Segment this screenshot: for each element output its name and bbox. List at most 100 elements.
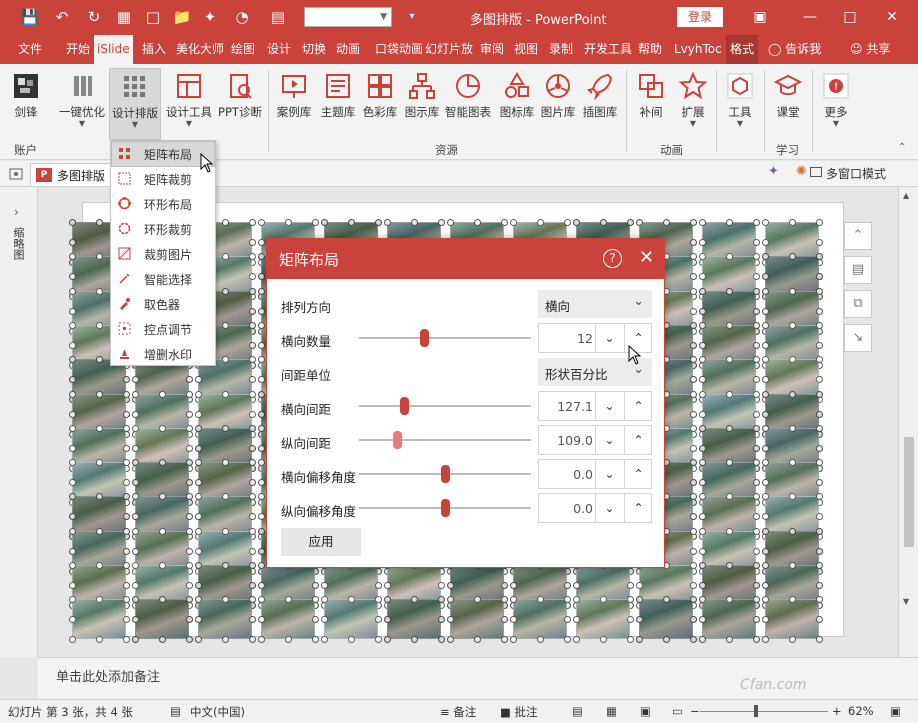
slide-sorter-icon[interactable]: ▦ [606,704,617,718]
resize-handle[interactable] [699,479,706,487]
resize-handle[interactable] [690,410,697,418]
resize-handle[interactable] [699,616,706,624]
resize-handle[interactable] [249,444,256,452]
resize-handle[interactable] [753,424,760,432]
resize-handle[interactable] [789,356,796,364]
resize-handle[interactable] [249,527,256,535]
resize-handle[interactable] [762,287,769,295]
resize-handle[interactable] [222,390,229,398]
resize-handle[interactable] [195,547,202,555]
resize-handle[interactable] [69,239,76,246]
resize-handle[interactable] [438,582,445,589]
resize-handle[interactable] [726,562,733,569]
resize-handle[interactable] [699,513,706,521]
resize-handle[interactable] [258,596,265,604]
resize-handle[interactable] [222,493,229,501]
resize-handle[interactable] [123,513,130,521]
resize-handle[interactable] [69,513,76,521]
resize-handle[interactable] [762,596,769,604]
resize-handle[interactable] [249,410,256,418]
resize-handle[interactable] [816,239,823,246]
resize-handle[interactable] [186,424,193,432]
resize-handle[interactable] [159,424,166,432]
resize-handle[interactable] [258,307,265,315]
resize-handle[interactable] [258,321,265,329]
resize-handle[interactable] [123,444,130,452]
resize-handle[interactable] [249,219,256,226]
resize-handle[interactable] [573,596,580,604]
magic-icon[interactable]: ✦ [768,164,779,179]
v-spacing-value[interactable]: 109.0 [539,433,593,448]
resize-handle[interactable] [69,562,76,569]
ribbon-display-icon[interactable]: ▣ [746,6,774,28]
resize-handle[interactable] [195,582,202,589]
theme-library-button[interactable]: 主题库 [318,68,358,120]
resize-handle[interactable] [699,459,706,467]
color-icon[interactable]: ◔ [232,7,252,27]
resize-handle[interactable] [699,273,706,281]
resize-handle[interactable] [762,356,769,364]
menu-item-watermark[interactable]: 增删水印 [112,342,214,366]
resize-handle[interactable] [699,341,706,349]
resize-handle[interactable] [186,513,193,521]
tab-16[interactable]: LvyhToc [674,35,722,64]
tab-7[interactable]: 切换 [302,35,326,64]
v-offset-slider[interactable] [359,499,531,517]
resize-handle[interactable] [222,321,229,329]
resize-handle[interactable] [753,562,760,569]
zoom-slider[interactable] [700,711,828,712]
illustration-library-button[interactable]: 插图库 [580,68,620,120]
resize-handle[interactable] [726,459,733,467]
resize-handle[interactable] [501,219,508,226]
resize-handle[interactable] [699,596,706,604]
resize-handle[interactable] [132,459,139,467]
resize-handle[interactable] [816,390,823,398]
resize-handle[interactable] [258,493,265,501]
save-icon[interactable]: 💾 [20,7,40,27]
resize-handle[interactable] [69,424,76,432]
resize-handle[interactable] [159,562,166,569]
resize-handle[interactable] [699,424,706,432]
resize-handle[interactable] [222,562,229,569]
resize-handle[interactable] [96,219,103,226]
normal-view-icon[interactable]: ▤ [572,704,583,718]
h-offset-slider-thumb[interactable] [441,465,450,483]
resize-handle[interactable] [690,547,697,555]
resize-handle[interactable] [816,321,823,329]
resize-handle[interactable] [753,341,760,349]
resize-handle[interactable] [321,582,328,589]
resize-handle[interactable] [258,562,265,569]
resize-handle[interactable] [690,321,697,329]
resize-handle[interactable] [258,513,265,521]
apply-button[interactable]: 应用 [281,528,361,556]
resize-handle[interactable] [258,341,265,349]
resize-handle[interactable] [96,287,103,295]
resize-handle[interactable] [159,596,166,604]
resize-handle[interactable] [384,616,391,624]
resize-handle[interactable] [132,562,139,569]
resize-handle[interactable] [726,493,733,501]
resize-handle[interactable] [249,376,256,384]
resize-handle[interactable] [753,287,760,295]
resize-handle[interactable] [564,582,571,589]
resize-handle[interactable] [123,527,130,535]
resize-handle[interactable] [69,479,76,487]
smart-chart-button[interactable]: 智能图表 [443,68,493,120]
tab-17[interactable]: 格式 [726,35,759,64]
resize-handle[interactable] [474,219,481,226]
resize-handle[interactable] [195,513,202,521]
resize-handle[interactable] [627,582,634,589]
resize-handle[interactable] [69,273,76,281]
resize-handle[interactable] [258,376,265,384]
resize-handle[interactable] [690,616,697,624]
resize-handle[interactable] [690,513,697,521]
resize-handle[interactable] [186,410,193,418]
resize-handle[interactable] [249,479,256,487]
resize-handle[interactable] [600,219,607,226]
resize-handle[interactable] [762,582,769,589]
direction-select[interactable]: 横向 ⌄ [538,290,652,318]
resize-handle[interactable] [564,616,571,624]
resize-handle[interactable] [258,459,265,467]
resize-handle[interactable] [636,582,643,589]
reading-view-icon[interactable]: ▣ [640,704,651,718]
